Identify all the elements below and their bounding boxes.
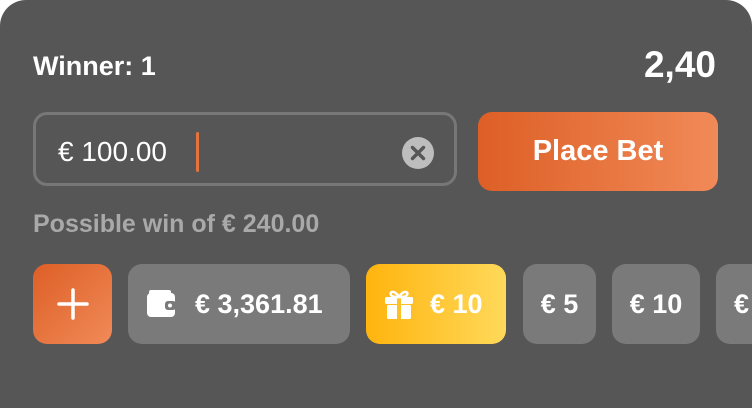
plus-icon [56,287,90,321]
text-caret [196,132,199,172]
quick-stake-5-button[interactable]: € 5 [523,264,596,344]
gift-icon [384,288,414,320]
selection-label: Winner: 1 [33,51,156,81]
wallet-icon [146,289,178,319]
bonus-chip[interactable]: € 10 [366,264,506,344]
bonus-amount: € 10 [430,288,483,319]
bet-slip-panel: Winner: 1 2,40 € 100.00 Place Bet Possib… [0,0,752,408]
stake-input-value: € 100.00 [58,136,167,167]
odds-value: 2,40 [643,44,716,85]
stake-input[interactable]: € 100.00 [33,112,457,186]
quick-stake-10-button[interactable]: € 10 [612,264,700,344]
possible-win-text: Possible win of € 240.00 [33,210,320,238]
quick-stake-chips: € 3,361.81 € 10 € 5 € 10 € [0,264,752,344]
place-bet-button[interactable]: Place Bet [478,112,718,191]
wallet-balance-amount: € 3,361.81 [195,288,323,319]
clear-icon[interactable] [402,137,434,169]
wallet-balance-chip[interactable]: € 3,361.81 [128,264,350,344]
quick-stake-more-button[interactable]: € [716,264,752,344]
add-stake-button[interactable] [33,264,112,344]
